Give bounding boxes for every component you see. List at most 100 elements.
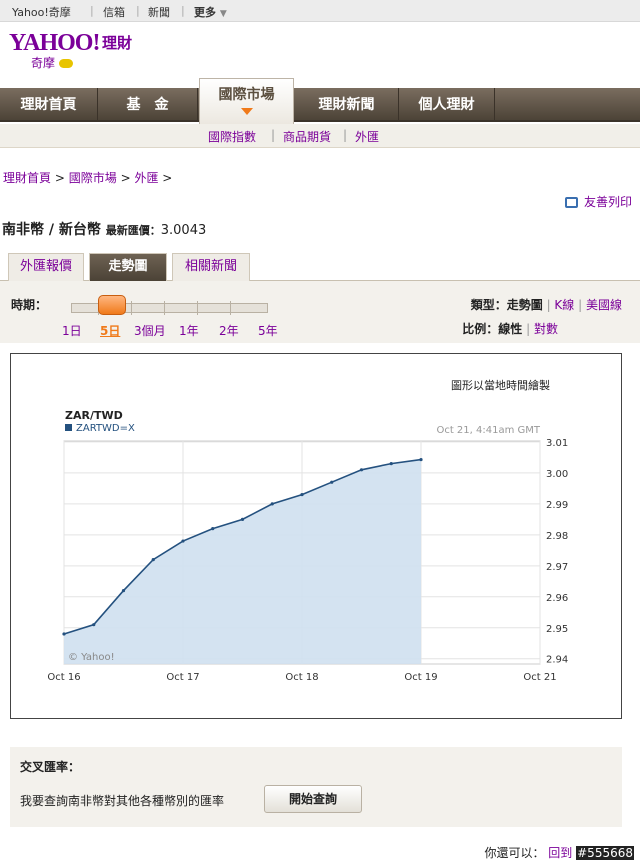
y-tick-label: 2.97 bbox=[546, 562, 568, 573]
nav-item-intl-markets[interactable]: 國際市場 bbox=[199, 78, 294, 124]
chart-note: 圖形以當地時間繪製 bbox=[451, 379, 550, 392]
breadcrumb-intl-markets[interactable]: 國際市場 bbox=[69, 171, 117, 185]
breadcrumb-forex[interactable]: 外匯 bbox=[134, 171, 158, 185]
yahoo-kimo-link[interactable]: Yahoo!奇摩 bbox=[12, 4, 71, 20]
separator: | bbox=[271, 128, 276, 142]
data-point bbox=[92, 623, 96, 627]
slider-tick bbox=[131, 301, 132, 315]
main-nav: 理財首頁 基 金 國際市場 理財新聞 個人理財 bbox=[0, 78, 640, 124]
section-title: 理財 bbox=[102, 34, 133, 52]
x-tick-label: Oct 17 bbox=[166, 672, 199, 683]
data-point bbox=[151, 558, 155, 562]
start-query-button[interactable]: 開始查詢 bbox=[264, 785, 362, 813]
breadcrumb-arrow: > bbox=[162, 171, 173, 185]
tab-quotes[interactable]: 外匯報價 bbox=[8, 253, 84, 281]
period-label: 時期： bbox=[11, 298, 48, 312]
cross-rate-text: 我要查詢南非幣對其他各種幣別的匯率 bbox=[20, 794, 225, 808]
chart-controls: 時期： 1日 5日 3個月 1年 2年 5年 類型：走勢圖 | K線 | 美國線… bbox=[0, 281, 640, 343]
more-label: 更多 bbox=[194, 6, 216, 19]
cross-rate-panel: 交叉匯率： 我要查詢南非幣對其他各種幣別的匯率 開始查詢 bbox=[10, 747, 622, 827]
tab-trend-chart[interactable]: 走勢圖 bbox=[89, 253, 167, 281]
chevron-down-icon: ▼ bbox=[219, 9, 227, 19]
print-label: 友善列印 bbox=[583, 195, 632, 209]
breadcrumb-arrow: > bbox=[54, 171, 69, 185]
separator: | bbox=[90, 4, 94, 17]
chart-timestamp: Oct 21, 4:41am GMT bbox=[436, 425, 540, 436]
nav-item-finance-news[interactable]: 理財新聞 bbox=[295, 88, 399, 122]
type-line-selected: 走勢圖 bbox=[506, 298, 543, 312]
more-menu[interactable]: 更多 ▼ bbox=[194, 4, 227, 20]
logo-subtitle: 奇摩 bbox=[31, 54, 73, 71]
scale-log-link[interactable]: 對數 bbox=[534, 322, 558, 336]
data-point bbox=[62, 632, 66, 636]
period-slider-thumb[interactable] bbox=[98, 295, 126, 315]
data-point bbox=[330, 480, 334, 484]
chart-watermark: © Yahoo! bbox=[68, 652, 115, 663]
legend-label: ZARTWD=X bbox=[76, 423, 135, 434]
tab-bar: 外匯報價 走勢圖 相關新聞 bbox=[0, 251, 640, 281]
type-candlestick-link[interactable]: K線 bbox=[554, 298, 574, 312]
news-link[interactable]: 新聞 bbox=[148, 4, 170, 20]
separator: | bbox=[136, 4, 140, 17]
x-tick-label: Oct 16 bbox=[47, 672, 80, 683]
chart-title: ZAR/TWD bbox=[65, 409, 123, 422]
scale-label: 比例： bbox=[462, 322, 499, 336]
period-3m[interactable]: 3個月 bbox=[134, 322, 166, 339]
period-1d[interactable]: 1日 bbox=[62, 322, 82, 339]
page-title: 南非幣 / 新台幣 最新匯價：3.0043 bbox=[2, 219, 206, 239]
sub-nav: 國際指數 | 商品期貨 | 外匯 bbox=[0, 124, 640, 148]
period-2y[interactable]: 2年 bbox=[219, 322, 239, 339]
data-point bbox=[419, 457, 423, 462]
data-point bbox=[300, 492, 304, 497]
separator: | bbox=[343, 128, 348, 142]
slider-tick bbox=[230, 301, 231, 315]
print-link[interactable]: 友善列印 bbox=[564, 193, 632, 210]
top-bar: Yahoo!奇摩 | 信箱 | 新聞 | 更多 ▼ bbox=[0, 0, 640, 22]
subnav-intl-index[interactable]: 國際指數 bbox=[208, 128, 256, 145]
data-point bbox=[211, 527, 215, 531]
y-tick-label: 2.95 bbox=[546, 624, 568, 635]
footer: 你還可以： 回到 #555668 bbox=[484, 844, 634, 861]
period-1y[interactable]: 1年 bbox=[179, 322, 199, 339]
x-tick-label: Oct 19 bbox=[404, 672, 437, 683]
separator: | bbox=[181, 4, 185, 17]
tab-related-news[interactable]: 相關新聞 bbox=[172, 253, 250, 281]
breadcrumb-finance-home[interactable]: 理財首頁 bbox=[3, 171, 51, 185]
period-5d[interactable]: 5日 bbox=[100, 322, 120, 339]
y-tick-label: 2.98 bbox=[546, 531, 568, 542]
slider-tick bbox=[197, 301, 198, 315]
scale-linear-selected: 線性 bbox=[498, 322, 523, 336]
logo-mark-icon bbox=[58, 59, 73, 68]
footer-back-link[interactable]: 回到 bbox=[548, 846, 572, 860]
y-tick-label: 3.00 bbox=[546, 469, 568, 480]
period-5y[interactable]: 5年 bbox=[258, 322, 278, 339]
footer-code: #555668 bbox=[576, 846, 634, 860]
y-tick-label: 3.01 bbox=[546, 438, 568, 449]
x-tick-label: Oct 18 bbox=[285, 672, 318, 683]
data-point bbox=[389, 462, 393, 466]
mail-link[interactable]: 信箱 bbox=[103, 4, 125, 20]
breadcrumb: 理財首頁 > 國際市場 > 外匯 > bbox=[3, 169, 172, 186]
rate-label: 最新匯價： bbox=[105, 224, 161, 237]
cross-rate-title: 交叉匯率： bbox=[20, 760, 81, 774]
yahoo-logo[interactable]: YAHOO! 奇摩 bbox=[9, 30, 100, 70]
nav-item-personal-finance[interactable]: 個人理財 bbox=[399, 88, 495, 122]
separator: | bbox=[578, 298, 586, 312]
y-tick-label: 2.99 bbox=[546, 500, 568, 511]
data-point bbox=[359, 468, 364, 472]
data-point bbox=[181, 539, 185, 543]
type-label: 類型： bbox=[470, 298, 507, 312]
data-point bbox=[270, 502, 274, 506]
subnav-forex[interactable]: 外匯 bbox=[355, 128, 379, 145]
nav-item-finance-home[interactable]: 理財首頁 bbox=[0, 88, 98, 122]
y-tick-label: 2.96 bbox=[546, 593, 568, 604]
slider-tick bbox=[164, 301, 165, 315]
logo-sub-text: 奇摩 bbox=[31, 56, 56, 70]
active-arrow-icon bbox=[240, 108, 253, 115]
scale-row: 比例：線性 | 對數 bbox=[462, 320, 558, 337]
data-point bbox=[121, 588, 126, 593]
type-ohlc-link[interactable]: 美國線 bbox=[586, 298, 622, 312]
nav-item-funds[interactable]: 基 金 bbox=[98, 88, 198, 122]
subnav-commodities[interactable]: 商品期貨 bbox=[283, 128, 331, 145]
legend-swatch bbox=[65, 424, 72, 431]
